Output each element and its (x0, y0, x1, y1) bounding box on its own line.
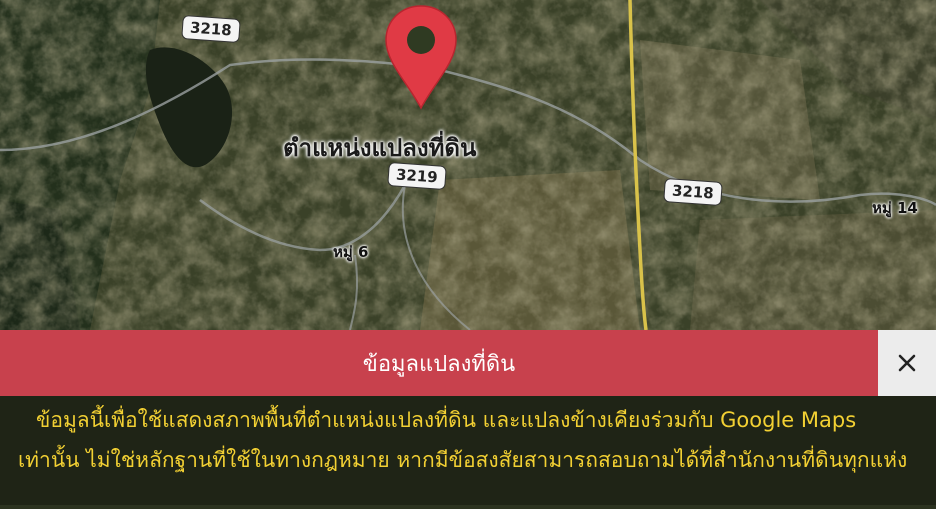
info-panel-body: ข้อมูลนี้เพื่อใช้แสดงสภาพพื้นที่ตำแหน่งแ… (0, 396, 936, 505)
location-pin-icon[interactable] (383, 4, 459, 110)
village-label: หมู่ 14 (872, 199, 918, 217)
info-panel-header: ข้อมูลแปลงที่ดิน (0, 330, 936, 396)
info-panel-title: ข้อมูลแปลงที่ดิน (362, 351, 516, 377)
road-number-badge: 3218 (181, 15, 241, 43)
road-number-badge: 3218 (663, 178, 723, 206)
pin-label: ตำแหน่งแปลงที่ดิน (283, 134, 477, 162)
village-label: หมู่ 6 (333, 243, 369, 261)
close-icon (898, 354, 916, 372)
close-button[interactable] (878, 330, 936, 396)
disclaimer-text: ข้อมูลนี้เพื่อใช้แสดงสภาพพื้นที่ตำแหน่งแ… (18, 408, 908, 472)
